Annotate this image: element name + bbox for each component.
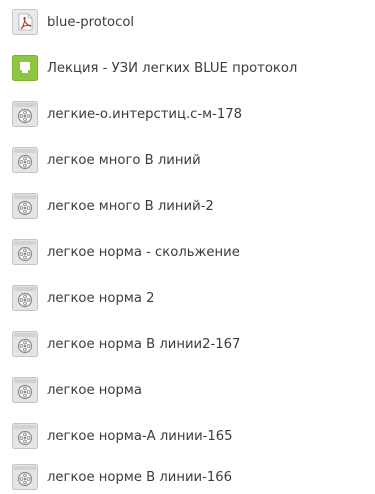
file-name: легкое норма: [47, 382, 142, 398]
video-file-icon: [12, 193, 38, 219]
file-item-video[interactable]: легкое норма-А линии-165: [6, 419, 371, 453]
file-name: легкое норма-А линии-165: [47, 428, 233, 444]
video-file-icon: [12, 285, 38, 311]
video-file-icon: [12, 423, 38, 449]
file-name: Лекция - УЗИ легких BLUE протокол: [47, 60, 298, 76]
file-list: blue-protocol Лекция - УЗИ легких BLUE п…: [0, 0, 375, 494]
video-file-icon: [12, 377, 38, 403]
file-item-video[interactable]: легкое норма 2: [6, 281, 371, 315]
file-item-video[interactable]: легкое много В линий: [6, 143, 371, 177]
video-file-icon: [12, 101, 38, 127]
file-name: легкое норма - скольжение: [47, 244, 240, 260]
file-item-video[interactable]: легкое норма - скольжение: [6, 235, 371, 269]
file-name: blue-protocol: [47, 14, 135, 30]
video-file-icon: [12, 331, 38, 357]
presentation-file-icon: [12, 55, 38, 81]
file-item-video[interactable]: легкое много В линий-2: [6, 189, 371, 223]
file-name: легкое много В линий-2: [47, 198, 214, 214]
file-item-video[interactable]: легкое норма: [6, 373, 371, 407]
video-file-icon: [12, 464, 38, 490]
video-file-icon: [12, 147, 38, 173]
file-item-video[interactable]: легкие-о.интерстиц.с-м-178: [6, 97, 371, 131]
file-item-blue-protocol[interactable]: blue-protocol: [6, 5, 371, 39]
file-name: легкие-о.интерстиц.с-м-178: [47, 106, 243, 122]
file-name: легкое много В линий: [47, 152, 201, 168]
file-name: легкое норма В линии2-167: [47, 336, 241, 352]
file-item-lecture[interactable]: Лекция - УЗИ легких BLUE протокол: [6, 51, 371, 85]
file-name: легкое норма 2: [47, 290, 155, 306]
video-file-icon: [12, 239, 38, 265]
file-item-video[interactable]: легкое норма В линии2-167: [6, 327, 371, 361]
file-name: легкое норме В линии-166: [47, 469, 233, 485]
pdf-file-icon: [12, 9, 38, 35]
file-item-video[interactable]: легкое норме В линии-166: [6, 460, 371, 494]
